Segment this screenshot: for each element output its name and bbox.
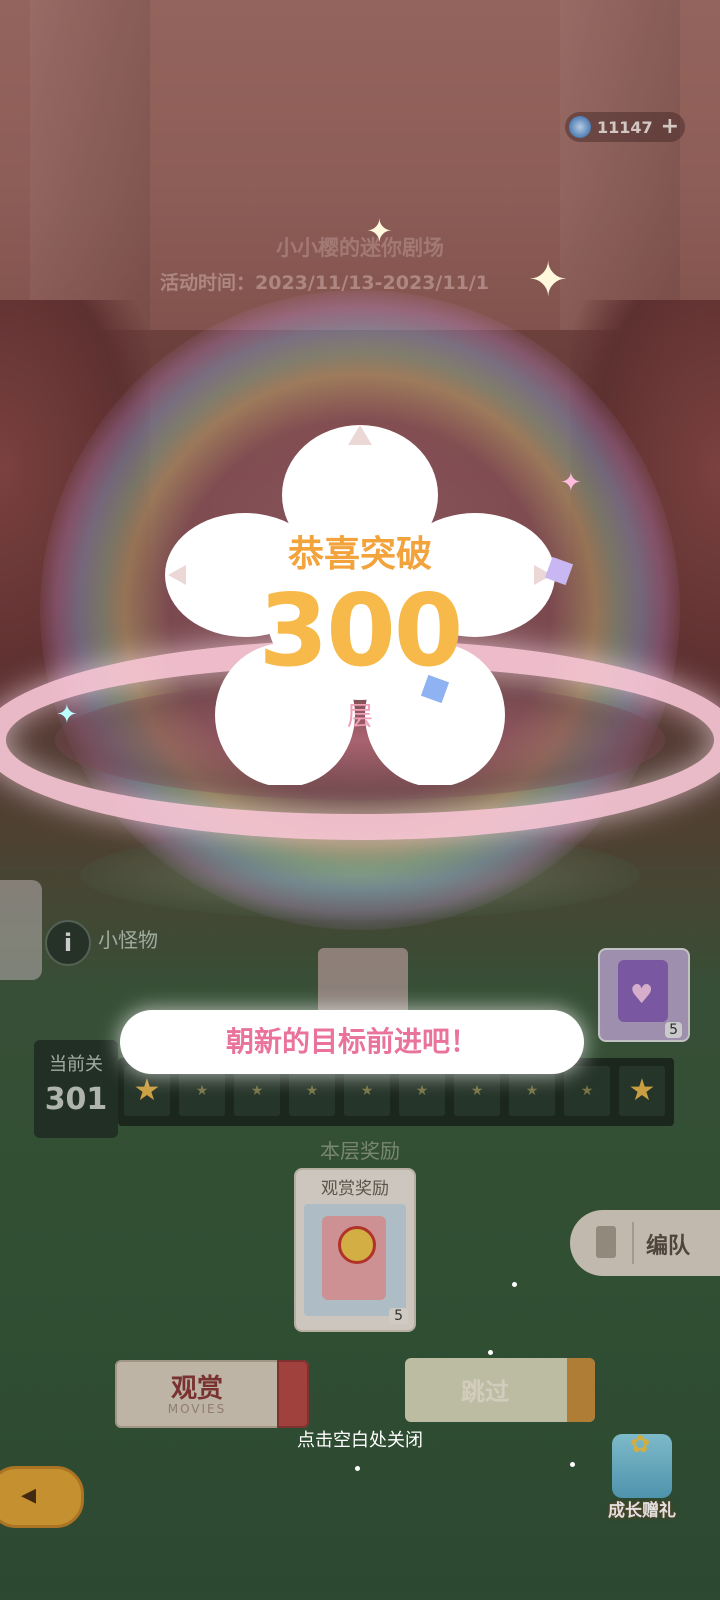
sparkle-icon: ✦ xyxy=(366,212,393,250)
sparkle-icon: ✦ xyxy=(56,700,78,730)
sparkle-dot xyxy=(570,1462,575,1467)
floor-number: 300 xyxy=(258,572,464,689)
floor-unit: 层 xyxy=(346,702,373,732)
close-hint[interactable]: 点击空白处关闭 xyxy=(0,1426,720,1452)
sparkle-icon: ✦ xyxy=(560,468,582,498)
congrats-title: 恭喜突破 xyxy=(287,534,432,575)
sparkle-icon: ✦ xyxy=(528,252,569,308)
encourage-message: 朝新的目标前进吧！ xyxy=(120,1010,584,1074)
sparkle-dot xyxy=(355,1466,360,1471)
sparkle-dot xyxy=(512,1282,517,1287)
sparkle-dot xyxy=(488,1350,493,1355)
